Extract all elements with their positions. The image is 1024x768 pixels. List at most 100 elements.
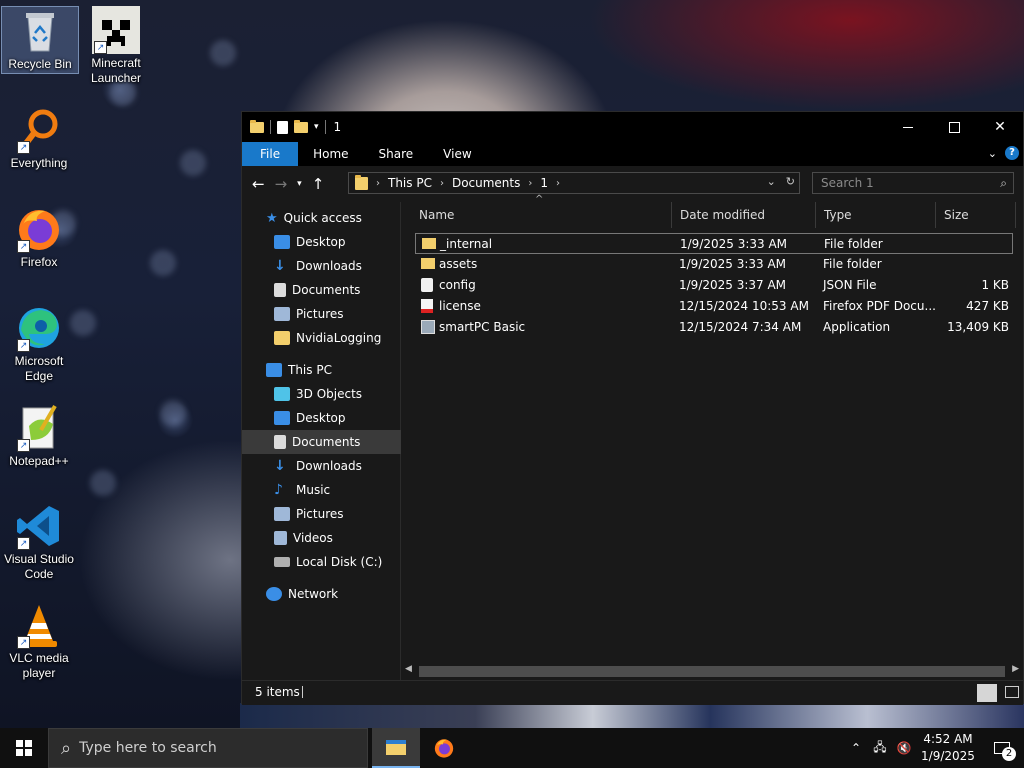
- expand-ribbon-icon[interactable]: ⌄: [988, 147, 997, 160]
- nav-label: Downloads: [296, 459, 362, 473]
- taskbar-search-box[interactable]: ⌕ Type here to search: [48, 728, 368, 768]
- customize-qat-icon[interactable]: ▾: [314, 122, 319, 132]
- file-row[interactable]: assets 1/9/2025 3:33 AM File folder: [415, 254, 1013, 275]
- nav-label: Desktop: [296, 411, 346, 425]
- search-placeholder: Search 1: [821, 176, 874, 190]
- desktop-icon-notepadpp[interactable]: ↗ Notepad++: [1, 404, 77, 469]
- pictures-icon: [274, 307, 290, 321]
- tab-home[interactable]: Home: [298, 142, 363, 166]
- desktop-icon-vscode[interactable]: ↗ Visual Studio Code: [1, 502, 77, 582]
- volume-muted-icon[interactable]: 🔇: [892, 741, 916, 755]
- nav-quick-access[interactable]: ★ Quick access: [242, 206, 422, 230]
- address-controls: ⌄ ↻: [767, 175, 795, 188]
- title-bar[interactable]: ▾ 1 ✕: [242, 112, 1023, 142]
- new-folder-icon[interactable]: [294, 119, 308, 133]
- search-icon: ⌕: [61, 737, 72, 759]
- horizontal-scrollbar[interactable]: ◀ ▶: [401, 663, 1023, 680]
- breadcrumb-documents[interactable]: Documents: [452, 176, 520, 190]
- show-hidden-icons-icon[interactable]: ⌃: [844, 741, 868, 755]
- window-title: 1: [333, 120, 342, 134]
- breadcrumb-this-pc[interactable]: This PC: [388, 176, 432, 190]
- address-bar[interactable]: › This PC › Documents › 1 › ⌄ ↻: [348, 172, 800, 194]
- action-center-button[interactable]: 2: [980, 728, 1024, 768]
- clock-time: 4:52 AM: [923, 732, 973, 746]
- breadcrumb-1[interactable]: 1: [540, 176, 548, 190]
- help-icon[interactable]: ?: [1005, 146, 1019, 160]
- scroll-left-icon[interactable]: ◀: [405, 664, 412, 674]
- network-status-icon[interactable]: 🖧: [868, 738, 892, 759]
- scroll-right-icon[interactable]: ▶: [1012, 664, 1019, 674]
- desktop-icon-label: Recycle Bin: [8, 57, 72, 71]
- refresh-icon[interactable]: ↻: [786, 175, 795, 188]
- column-name[interactable]: Name: [411, 202, 672, 228]
- desktop-icon: [274, 235, 290, 249]
- column-type[interactable]: Type: [816, 202, 936, 228]
- file-name: assets: [439, 257, 478, 271]
- recent-locations-icon[interactable]: ▾: [297, 179, 302, 189]
- document-icon: [274, 435, 286, 449]
- forward-arrow-icon[interactable]: →: [275, 175, 288, 193]
- search-input[interactable]: Search 1 ⌕: [812, 172, 1014, 194]
- column-date-modified[interactable]: Date modified: [672, 202, 816, 228]
- shortcut-arrow-icon: ↗: [17, 636, 30, 649]
- desktop-icon-label: VLC media player: [9, 651, 69, 680]
- network-icon: [266, 587, 282, 601]
- back-arrow-icon[interactable]: ←: [252, 175, 265, 193]
- details-view-button[interactable]: [977, 684, 997, 702]
- navigation-bar: ← → ▾ ↑ › This PC › Documents › 1 › ⌄ ↻ …: [242, 166, 1023, 202]
- tab-file[interactable]: File: [242, 142, 299, 166]
- column-size[interactable]: Size: [936, 202, 1016, 228]
- nav-network[interactable]: Network: [242, 582, 422, 606]
- nav-this-pc[interactable]: This PC: [242, 358, 422, 382]
- tab-view[interactable]: View: [428, 142, 486, 166]
- desktop-icon-everything[interactable]: ↗ Everything: [1, 106, 77, 171]
- chevron-down-icon[interactable]: ⌄: [767, 175, 776, 188]
- desktop-icon-label: Firefox: [20, 255, 58, 269]
- desktop-icon-vlc[interactable]: ↗ VLC media player: [1, 601, 77, 681]
- download-icon: ↓: [274, 258, 286, 274]
- scrollbar-thumb[interactable]: [419, 666, 1005, 677]
- clock[interactable]: 4:52 AM 1/9/2025: [916, 731, 980, 765]
- tab-share[interactable]: Share: [364, 142, 429, 166]
- folder-icon: [355, 174, 368, 190]
- desktop-icon-minecraft[interactable]: ↗ Minecraft Launcher: [78, 6, 154, 86]
- desktop-icon-recycle-bin[interactable]: Recycle Bin: [1, 6, 79, 74]
- file-date: 12/15/2024 10:53 AM: [679, 299, 809, 313]
- desktop-icon-edge[interactable]: ↗ Microsoft Edge: [1, 304, 77, 384]
- firefox-icon: ↗: [15, 205, 63, 253]
- nav-label: 3D Objects: [296, 387, 363, 401]
- chevron-right-icon[interactable]: ›: [440, 178, 444, 189]
- properties-icon[interactable]: [277, 120, 288, 134]
- file-row[interactable]: config 1/9/2025 3:37 AM JSON File 1 KB: [415, 275, 1013, 296]
- file-row[interactable]: smartPC Basic 12/15/2024 7:34 AM Applica…: [415, 317, 1013, 338]
- taskbar-firefox[interactable]: [420, 728, 468, 768]
- file-type: File folder: [824, 237, 883, 251]
- music-icon: ♪: [274, 482, 283, 498]
- pictures-icon: [274, 507, 290, 521]
- shortcut-arrow-icon: ↗: [17, 240, 30, 253]
- nav-label: NvidiaLogging: [296, 331, 382, 345]
- desktop-icon-firefox[interactable]: ↗ Firefox: [1, 205, 77, 270]
- status-bar: 5 items: [242, 680, 1023, 705]
- taskbar-file-explorer[interactable]: [372, 728, 420, 768]
- close-button[interactable]: ✕: [977, 112, 1023, 142]
- file-name: license: [439, 299, 481, 313]
- cube-icon: [274, 387, 290, 401]
- start-button[interactable]: [0, 728, 48, 768]
- large-icons-view-button[interactable]: [1005, 686, 1019, 698]
- disk-icon: [274, 557, 290, 567]
- chevron-right-icon[interactable]: ›: [376, 178, 380, 189]
- ribbon-tabs: File Home Share View ⌄ ?: [242, 142, 1023, 166]
- file-row[interactable]: license 12/15/2024 10:53 AM Firefox PDF …: [415, 296, 1013, 317]
- file-name: _internal: [440, 237, 493, 251]
- chevron-right-icon[interactable]: ›: [528, 178, 532, 189]
- file-row[interactable]: _internal 1/9/2025 3:33 AM File folder: [415, 233, 1013, 254]
- minimize-button[interactable]: [885, 112, 931, 142]
- windows-logo-icon: [16, 740, 32, 756]
- maximize-button[interactable]: [931, 112, 977, 142]
- nav-label: Documents: [292, 435, 361, 449]
- chevron-right-icon[interactable]: ›: [556, 178, 560, 189]
- nav-label: Pictures: [296, 307, 344, 321]
- nav-label: Documents: [292, 283, 361, 297]
- up-arrow-icon[interactable]: ↑: [312, 175, 325, 193]
